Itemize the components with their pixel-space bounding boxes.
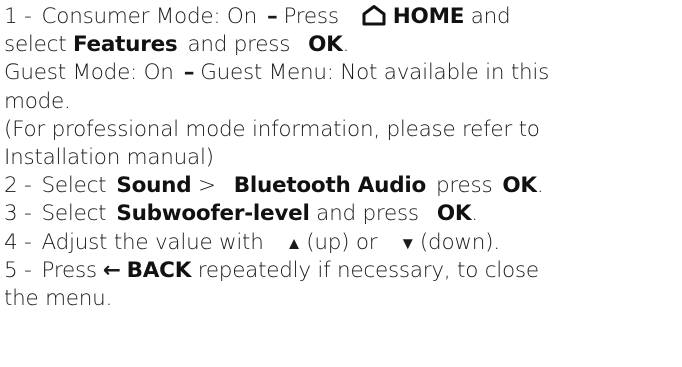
guest-menu-text: Guest Menu: Not available in this	[200, 60, 550, 86]
press-text: Press	[283, 4, 339, 29]
home-icon	[362, 5, 386, 26]
step-3: 3 - Select Subwoofer-level and press OK.	[4, 200, 680, 228]
ok-label: OK	[502, 173, 537, 199]
and-press-text: and press	[187, 32, 291, 58]
sound-label: Sound	[116, 173, 192, 199]
dash: –	[266, 4, 278, 29]
repeatedly-text: repeatedly if necessary, to close	[197, 257, 539, 283]
up-text: (up) or	[306, 229, 378, 255]
bluetooth-audio-label: Bluetooth Audio	[233, 173, 427, 199]
period: .	[471, 201, 478, 227]
pro-line-2: Installation manual)	[4, 144, 680, 172]
step-number: 2 -	[4, 173, 32, 199]
guest-mode-text: Guest Mode: On	[4, 60, 174, 86]
period: .	[342, 32, 350, 58]
step-number: 1 -	[4, 4, 32, 29]
back-label: BACK	[126, 257, 192, 283]
close-menu-text: the menu.	[4, 285, 113, 311]
mode-text: mode.	[4, 88, 71, 114]
step-2: 2 - Select Sound > Bluetooth Audio press OK.	[4, 172, 680, 200]
select-text: Select	[41, 173, 107, 199]
adjust-text: Adjust the value with	[41, 229, 264, 255]
step-1-line-2: select Features and press OK.	[4, 31, 680, 59]
press-text: press	[436, 173, 493, 199]
select-text: Select	[41, 201, 107, 227]
guest-line-1: Guest Mode: On – Guest Menu: Not available…	[4, 59, 680, 87]
features-label: Features	[72, 32, 178, 58]
step-number: 4 -	[4, 229, 32, 255]
and-text: and	[470, 4, 511, 29]
step-5-line-2: the menu.	[4, 285, 680, 313]
step-4: 4 - Adjust the value with ▲ (up) or ▼ (down).	[4, 229, 680, 257]
home-label: HOME	[392, 4, 465, 29]
and-press-text: and press	[316, 201, 419, 227]
guest-line-2: mode.	[4, 88, 680, 116]
press-text: Press	[41, 257, 98, 283]
up-triangle-icon: ▲	[285, 233, 303, 254]
pro-line-1: (For professional mode information, plea…	[4, 116, 680, 144]
down-text: (down).	[419, 229, 500, 255]
period: .	[536, 173, 544, 199]
pro-text-1: (For professional mode information, plea…	[4, 116, 540, 142]
instructions: 1 - Consumer Mode: On – Press HOME and selec…	[4, 3, 680, 313]
pro-text-2: Installation manual)	[4, 144, 214, 170]
consumer-mode-text: Consumer Mode: On	[41, 4, 258, 29]
dash: –	[183, 60, 195, 86]
subwoofer-level-label: Subwoofer-level	[116, 201, 310, 227]
ok-label: OK	[436, 201, 472, 227]
ok-label: OK	[308, 32, 343, 58]
back-arrow-icon: ←	[102, 257, 121, 283]
step-5-line-1: 5 - Press ← BACK repeatedly if necessary, t…	[4, 257, 680, 285]
step-number: 5 -	[4, 257, 32, 283]
step-number: 3 -	[4, 201, 32, 227]
select-text: select	[4, 32, 67, 58]
down-triangle-icon: ▼	[399, 233, 416, 254]
gt-text: >	[197, 173, 216, 199]
step-1-line-1: 1 - Consumer Mode: On – Press HOME and	[4, 3, 680, 31]
